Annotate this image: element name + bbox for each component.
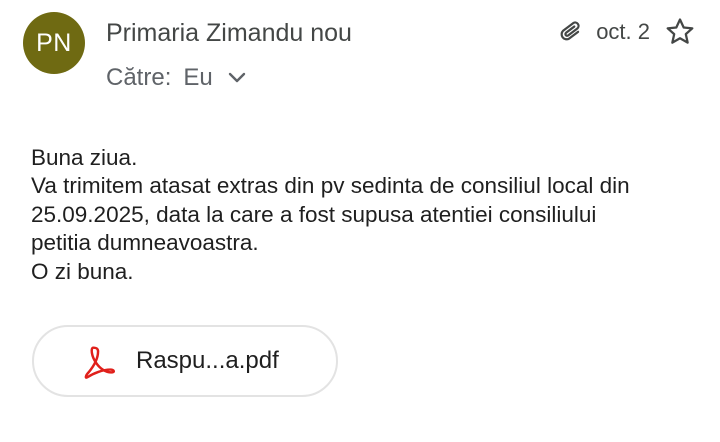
pdf-icon (80, 341, 118, 381)
message-line: petitia dumneavoastra. (31, 230, 259, 256)
star-outline-icon[interactable] (662, 14, 698, 50)
attachment-file-name: Raspu...a.pdf (136, 347, 279, 374)
sender-avatar[interactable]: PN (23, 12, 85, 74)
chevron-down-icon[interactable] (227, 68, 247, 88)
message-line: Va trimitem atasat extras din pv sedinta… (31, 173, 630, 199)
message-line: Buna ziua. (31, 145, 138, 170)
recipient-row[interactable]: Către: Eu (106, 64, 247, 92)
message-body: Buna ziua. Va trimitem atasat extras din… (31, 144, 701, 286)
attachment-chip[interactable]: Raspu...a.pdf (32, 325, 338, 397)
to-label: Către: (106, 64, 172, 91)
message-date: oct. 2 (596, 19, 650, 44)
sender-name[interactable]: Primaria Zimandu nou (106, 19, 352, 48)
paperclip-icon (558, 17, 586, 47)
message-line: 25.09.2025, data la care a fost supusa a… (31, 201, 597, 227)
avatar-initials: PN (36, 28, 72, 57)
message-line: O zi buna. (31, 258, 134, 284)
to-value: Eu (183, 64, 213, 91)
header-meta: oct. 2 (558, 14, 698, 50)
